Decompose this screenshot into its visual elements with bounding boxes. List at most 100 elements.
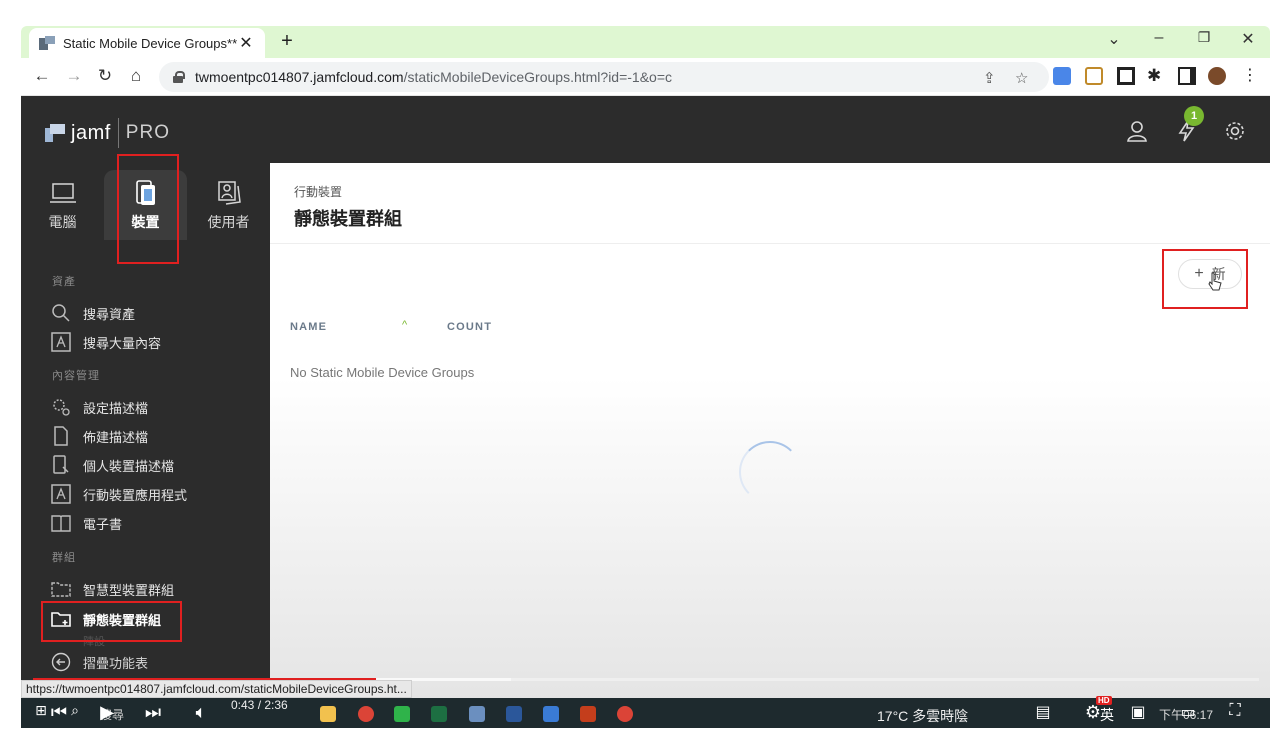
sidebar-item-partially-hidden[interactable]: 陣設 bbox=[51, 635, 105, 647]
reload-button[interactable]: ↻ bbox=[94, 66, 116, 86]
logo-pro: PRO bbox=[125, 122, 170, 143]
browser-tabstrip: Static Mobile Device Groups** ✕ + ⌄ – ❐ … bbox=[21, 26, 1270, 58]
collapse-arrow-icon bbox=[51, 652, 71, 672]
file-explorer-icon[interactable] bbox=[320, 706, 336, 722]
snipping-tool-icon[interactable] bbox=[543, 706, 559, 722]
play-icon[interactable]: ▶ bbox=[97, 702, 117, 723]
collapse-menu-button[interactable]: 摺疊功能表 bbox=[51, 652, 148, 672]
users-icon bbox=[217, 181, 241, 205]
sidebar-item-label: 行動裝置應用程式 bbox=[83, 487, 188, 503]
breadcrumb[interactable]: 行動裝置 bbox=[294, 183, 342, 200]
category-label: 電腦 bbox=[48, 214, 77, 230]
browser-menu-icon[interactable]: ⋮ bbox=[1241, 67, 1259, 85]
address-bar[interactable]: twmoentpc014807.jamfcloud.com/staticMobi… bbox=[159, 62, 1049, 92]
side-panel-icon[interactable] bbox=[1178, 67, 1196, 85]
page-title: 靜態裝置群組 bbox=[294, 209, 402, 229]
tab-search-icon[interactable]: ⌄ bbox=[1101, 29, 1127, 49]
app-store-icon bbox=[51, 332, 71, 352]
word-icon[interactable] bbox=[506, 706, 522, 722]
weather-widget[interactable]: 17°C 多雲時陰 bbox=[877, 706, 968, 726]
next-video-icon[interactable]: ⏭ bbox=[143, 702, 163, 723]
collapse-menu-label: 摺疊功能表 bbox=[83, 655, 149, 671]
cast-extension-icon[interactable] bbox=[1085, 67, 1103, 85]
close-window-button[interactable]: ✕ bbox=[1235, 29, 1261, 49]
sidebar-item-personal-device-profiles[interactable]: 個人裝置描述檔 bbox=[51, 454, 174, 476]
forward-button[interactable]: → bbox=[63, 66, 85, 86]
miniplayer-icon[interactable]: ▣ bbox=[1126, 702, 1150, 722]
settings-profile-icon bbox=[53, 399, 70, 416]
category-users[interactable]: 使用者 bbox=[187, 170, 270, 240]
sidebar-item-mobile-device-apps[interactable]: 行動裝置應用程式 bbox=[51, 483, 187, 505]
restore-button[interactable]: ❐ bbox=[1191, 29, 1217, 46]
windows-start-icon[interactable]: ⊞ bbox=[31, 702, 51, 719]
sidebar-item-label: 陣設 bbox=[83, 636, 105, 647]
translate-extension-icon[interactable] bbox=[1053, 67, 1071, 85]
category-computers[interactable]: 電腦 bbox=[21, 170, 104, 240]
sidebar-item-label: 搜尋資產 bbox=[83, 306, 136, 322]
fullscreen-icon[interactable]: ⛶ bbox=[1223, 702, 1247, 720]
provisioning-profile-icon bbox=[54, 426, 68, 446]
sidebar-item-configuration-profiles[interactable]: 設定描述檔 bbox=[51, 396, 148, 418]
jamf-header: jamf PRO 1 bbox=[21, 96, 1270, 163]
plus-icon: + bbox=[1194, 265, 1204, 282]
browser-tab[interactable]: Static Mobile Device Groups** ✕ bbox=[29, 28, 265, 58]
settings-gear-icon[interactable] bbox=[1224, 120, 1246, 142]
sidebar: 電腦 裝置 使用者 資產 搜尋資產 搜尋大量內容 內容管理 設定描述檔 佈建描述… bbox=[21, 163, 270, 728]
section-groups: 群組 bbox=[52, 552, 76, 564]
chrome-icon[interactable] bbox=[358, 706, 374, 722]
user-account-icon[interactable] bbox=[1126, 120, 1148, 142]
jamf-pro-logo[interactable]: jamf PRO bbox=[45, 118, 170, 148]
mobile-device-icon bbox=[135, 180, 155, 205]
ebook-icon bbox=[51, 515, 71, 532]
logo-separator bbox=[117, 118, 119, 148]
excel-icon[interactable] bbox=[431, 706, 447, 722]
sort-ascending-icon[interactable]: ^ bbox=[402, 319, 407, 331]
sidebar-item-label: 電子書 bbox=[83, 516, 123, 532]
sidebar-item-provisioning-profiles[interactable]: 佈建描述檔 bbox=[51, 425, 148, 447]
sidebar-item-smart-device-groups[interactable]: 智慧型裝置群組 bbox=[51, 578, 174, 600]
sidebar-item-label: 佈建描述檔 bbox=[83, 429, 149, 445]
theater-mode-icon[interactable]: ▭ bbox=[1176, 702, 1200, 722]
sidebar-item-search-volume-content[interactable]: 搜尋大量內容 bbox=[51, 331, 161, 353]
chrome-profile-icon[interactable] bbox=[617, 706, 633, 722]
category-label: 使用者 bbox=[207, 214, 250, 230]
home-button[interactable]: ⌂ bbox=[125, 66, 147, 86]
lock-icon[interactable] bbox=[173, 71, 185, 83]
picture-in-picture-extension-icon[interactable] bbox=[1117, 67, 1135, 85]
section-inventory: 資產 bbox=[52, 276, 76, 288]
profile-avatar[interactable] bbox=[1208, 67, 1226, 85]
app-icon[interactable] bbox=[469, 706, 485, 722]
video-time: 0:43 / 2:36 bbox=[231, 698, 288, 712]
share-icon[interactable]: ⇪ bbox=[983, 69, 996, 87]
extensions-puzzle-icon[interactable]: ✱ bbox=[1147, 67, 1165, 85]
category-devices[interactable]: 裝置 bbox=[104, 170, 187, 240]
line-app-icon[interactable] bbox=[394, 706, 410, 722]
notification-count-badge: 1 bbox=[1184, 106, 1204, 126]
section-content-management: 內容管理 bbox=[52, 370, 100, 382]
sidebar-item-label: 靜態裝置群組 bbox=[83, 612, 162, 628]
sidebar-item-search-inventory[interactable]: 搜尋資產 bbox=[51, 302, 135, 324]
taskbar-player-bar: ⊞ ⏮ ⌕ 搜尋 ▶ ⏭ 🔈︎ 0:43 / 2:36 17°C 多雲時陰 ▤ … bbox=[21, 696, 1270, 728]
column-header-count[interactable]: COUNT bbox=[447, 321, 492, 333]
sidebar-item-static-device-groups[interactable]: 靜態裝置群組 bbox=[51, 608, 161, 630]
loading-spinner bbox=[739, 441, 801, 503]
new-tab-button[interactable]: + bbox=[275, 30, 299, 53]
taskbar-search-icon[interactable]: ⌕ bbox=[65, 702, 85, 719]
logo-word: jamf bbox=[71, 121, 111, 144]
mobile-app-icon bbox=[51, 484, 71, 504]
jamf-favicon-icon bbox=[39, 36, 55, 50]
back-button[interactable]: ← bbox=[31, 66, 53, 86]
smart-group-folder-icon bbox=[51, 582, 71, 597]
powerpoint-icon[interactable] bbox=[580, 706, 596, 722]
empty-state-message: No Static Mobile Device Groups bbox=[290, 365, 475, 380]
minimize-button[interactable]: – bbox=[1146, 29, 1172, 47]
subtitles-icon[interactable]: ▤ bbox=[1031, 702, 1055, 722]
tab-close-icon[interactable]: ✕ bbox=[237, 33, 255, 53]
bookmark-star-icon[interactable]: ☆ bbox=[1015, 69, 1028, 87]
sidebar-item-ebooks[interactable]: 電子書 bbox=[51, 512, 122, 534]
volume-icon[interactable]: 🔈︎ bbox=[191, 702, 211, 723]
tab-title: Static Mobile Device Groups** bbox=[63, 35, 237, 51]
mouse-pointer-icon bbox=[1208, 272, 1222, 291]
input-method-indicator[interactable]: 英 bbox=[1096, 705, 1118, 725]
column-header-name[interactable]: NAME bbox=[290, 321, 327, 333]
